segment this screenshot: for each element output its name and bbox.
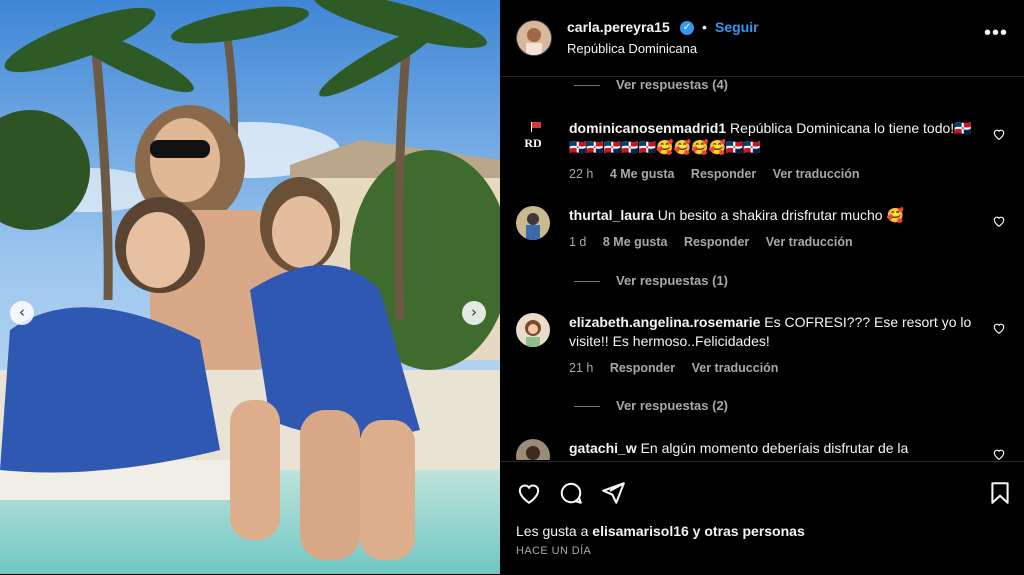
author-username[interactable]: carla.pereyra15 <box>567 19 670 35</box>
commenter-avatar[interactable] <box>516 206 550 240</box>
replies-line <box>574 85 600 87</box>
comment-icon[interactable] <box>558 480 584 506</box>
comment-text-block: gatachi_w En algún momento deberíais dis… <box>569 439 984 458</box>
view-replies-button[interactable]: Ver respuestas (4) <box>574 77 728 92</box>
translate-button[interactable]: Ver traducción <box>766 235 853 249</box>
likes-summary: Les gusta a elisamarisol16 y otras perso… <box>516 523 805 539</box>
comment-text: En algún momento deberíais disfrutar de … <box>640 440 909 456</box>
replies-line <box>574 406 600 408</box>
reply-button[interactable]: Responder <box>691 167 756 181</box>
comment-time: 1 d <box>569 235 587 249</box>
verified-badge-icon: ✓ <box>680 21 694 35</box>
comment-username[interactable]: dominicanosenmadrid1 <box>569 120 726 136</box>
commenter-avatar-text: RD <box>524 136 542 150</box>
comment-item: thurtal_laura Un besito a shakira drisfr… <box>516 206 1006 256</box>
reply-button[interactable]: Responder <box>610 361 675 375</box>
heart-icon[interactable] <box>516 480 542 506</box>
post-photo-illustration <box>0 0 500 574</box>
reply-button[interactable]: Responder <box>684 235 749 249</box>
comment-meta: 1 d 8 Me gusta Responder Ver traducción <box>569 235 866 249</box>
author-avatar[interactable] <box>516 20 552 56</box>
follow-button[interactable]: Seguir <box>715 19 759 35</box>
more-options-icon[interactable]: ••• <box>984 22 1008 45</box>
post-location[interactable]: República Dominicana <box>567 41 697 56</box>
comment-item: gatachi_w En algún momento deberíais dis… <box>516 439 1006 460</box>
commenter-avatar[interactable] <box>516 439 550 460</box>
post-side-panel: carla.pereyra15 ✓ • Seguir República Dom… <box>500 0 1024 574</box>
comment-likes[interactable]: 4 Me gusta <box>610 167 675 181</box>
view-replies-button[interactable]: Ver respuestas (2) <box>574 398 728 413</box>
share-icon[interactable] <box>600 480 626 506</box>
next-image-button[interactable]: › <box>462 301 486 325</box>
commenter-avatar[interactable]: RD <box>516 119 550 153</box>
bookmark-icon[interactable] <box>987 480 1013 506</box>
likes-suffix[interactable]: y otras personas <box>689 523 805 539</box>
post-header: carla.pereyra15 ✓ • Seguir República Dom… <box>500 0 1024 77</box>
like-comment-heart-icon[interactable] <box>992 214 1006 228</box>
comment-meta: 21 h Responder Ver traducción <box>569 361 791 375</box>
comment-text: Un besito a shakira drisfrutar mucho 🥰 <box>657 207 904 223</box>
likes-username[interactable]: elisamarisol16 <box>592 523 689 539</box>
comments-list[interactable]: Ver respuestas (4) RD dominicanosenmadri… <box>500 77 1024 460</box>
comment-username[interactable]: gatachi_w <box>569 440 637 456</box>
comment-likes[interactable]: 8 Me gusta <box>603 235 668 249</box>
like-comment-heart-icon[interactable] <box>992 321 1006 335</box>
like-comment-heart-icon[interactable] <box>992 447 1006 460</box>
comment-username[interactable]: elizabeth.angelina.rosemarie <box>569 314 760 330</box>
comment-time: 22 h <box>569 167 594 181</box>
view-replies-label: Ver respuestas (1) <box>616 273 729 288</box>
comment-username[interactable]: thurtal_laura <box>569 207 654 223</box>
translate-button[interactable]: Ver traducción <box>692 361 779 375</box>
commenter-avatar[interactable] <box>516 313 550 347</box>
separator-dot: • <box>702 19 707 35</box>
previous-image-button[interactable]: ‹ <box>10 301 34 325</box>
replies-line <box>574 281 600 283</box>
comment-time: 21 h <box>569 361 594 375</box>
comment-text-block: dominicanosenmadrid1 República Dominican… <box>569 119 984 157</box>
post-photo[interactable]: ‹ › <box>0 0 500 574</box>
post-actions-bar: Les gusta a elisamarisol16 y otras perso… <box>500 461 1024 575</box>
comment-text-block: elizabeth.angelina.rosemarie Es COFRESI?… <box>569 313 984 351</box>
likes-prefix: Les gusta a <box>516 523 593 539</box>
post-date[interactable]: HACE UN DÍA <box>516 545 591 557</box>
view-replies-label: Ver respuestas (2) <box>616 398 729 413</box>
comment-item: RD dominicanosenmadrid1 República Domini… <box>516 119 1006 189</box>
comment-item: elizabeth.angelina.rosemarie Es COFRESI?… <box>516 313 1006 383</box>
comment-text-block: thurtal_laura Un besito a shakira drisfr… <box>569 206 984 225</box>
comment-meta: 22 h 4 Me gusta Responder Ver traducción <box>569 167 873 181</box>
translate-button[interactable]: Ver traducción <box>773 167 860 181</box>
view-replies-label: Ver respuestas (4) <box>616 77 729 92</box>
like-comment-heart-icon[interactable] <box>992 127 1006 141</box>
view-replies-button[interactable]: Ver respuestas (1) <box>574 273 728 288</box>
